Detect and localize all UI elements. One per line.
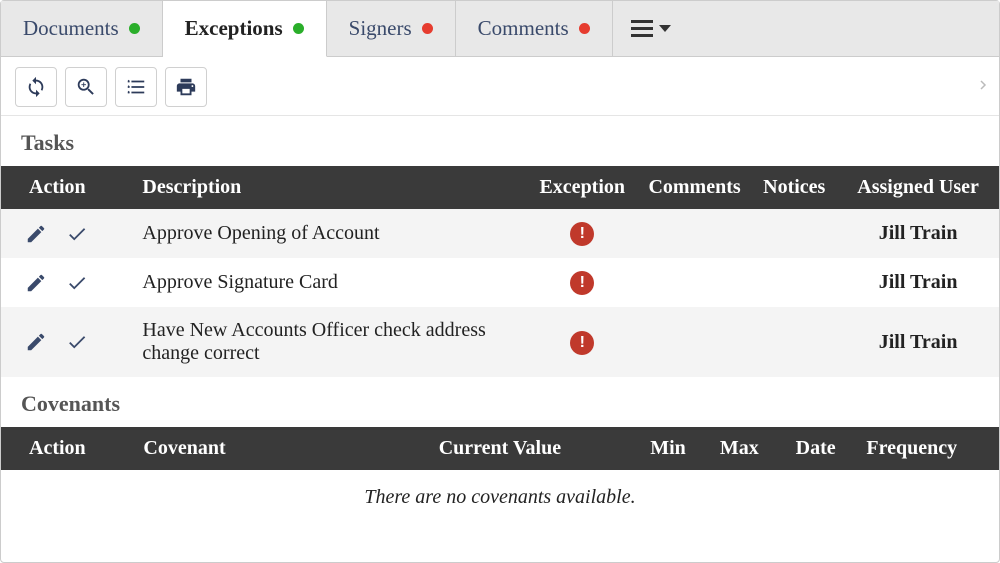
tab-bar: Documents Exceptions Signers Comments xyxy=(1,1,999,57)
menu-icon xyxy=(631,20,653,38)
table-row: Approve Opening of Account ! Jill Train xyxy=(1,209,999,258)
task-comments xyxy=(638,307,751,377)
tab-exceptions[interactable]: Exceptions xyxy=(163,1,327,57)
col-current: Current Value xyxy=(429,427,633,470)
col-action: Action xyxy=(1,427,133,470)
col-exception: Exception xyxy=(527,166,638,209)
chevron-down-icon xyxy=(659,25,671,32)
edit-icon[interactable] xyxy=(25,272,47,294)
check-icon[interactable] xyxy=(65,272,89,294)
zoom-in-icon xyxy=(75,76,97,98)
exception-badge-icon: ! xyxy=(570,271,594,295)
task-comments xyxy=(638,209,751,258)
zoom-in-button[interactable] xyxy=(65,67,107,107)
tab-label: Documents xyxy=(23,16,119,41)
edit-icon[interactable] xyxy=(25,223,47,245)
status-dot-icon xyxy=(422,23,433,34)
covenants-table: Action Covenant Current Value Min Max Da… xyxy=(1,427,999,470)
tab-menu-dropdown[interactable] xyxy=(613,1,689,56)
table-row: Have New Accounts Officer check address … xyxy=(1,307,999,377)
tab-signers[interactable]: Signers xyxy=(327,1,456,56)
col-notices: Notices xyxy=(751,166,837,209)
task-description: Approve Signature Card xyxy=(132,258,526,307)
tab-label: Exceptions xyxy=(185,16,283,41)
toolbar xyxy=(1,57,999,116)
table-row: Approve Signature Card ! Jill Train xyxy=(1,258,999,307)
print-icon xyxy=(175,76,197,98)
covenants-empty-message: There are no covenants available. xyxy=(1,470,999,525)
check-icon[interactable] xyxy=(65,331,89,353)
col-frequency: Frequency xyxy=(856,427,999,470)
col-comments: Comments xyxy=(638,166,751,209)
exception-badge-icon: ! xyxy=(570,331,594,355)
expand-icon[interactable] xyxy=(979,71,989,99)
task-description: Approve Opening of Account xyxy=(132,209,526,258)
print-button[interactable] xyxy=(165,67,207,107)
task-notices xyxy=(751,209,837,258)
col-assigned: Assigned User xyxy=(837,166,999,209)
covenants-section-title: Covenants xyxy=(1,377,999,427)
tasks-header-row: Action Description Exception Comments No… xyxy=(1,166,999,209)
tab-label: Comments xyxy=(478,16,569,41)
list-view-button[interactable] xyxy=(115,67,157,107)
tab-label: Signers xyxy=(349,16,412,41)
tab-documents[interactable]: Documents xyxy=(1,1,163,56)
task-assigned: Jill Train xyxy=(837,258,999,307)
list-icon xyxy=(125,76,147,98)
col-covenant: Covenant xyxy=(133,427,428,470)
refresh-button[interactable] xyxy=(15,67,57,107)
status-dot-icon xyxy=(129,23,140,34)
task-comments xyxy=(638,258,751,307)
col-description: Description xyxy=(132,166,526,209)
task-assigned: Jill Train xyxy=(837,307,999,377)
col-date: Date xyxy=(775,427,856,470)
refresh-icon xyxy=(25,76,47,98)
tasks-section-title: Tasks xyxy=(1,116,999,166)
task-notices xyxy=(751,307,837,377)
tab-comments[interactable]: Comments xyxy=(456,1,613,56)
task-description: Have New Accounts Officer check address … xyxy=(132,307,526,377)
task-assigned: Jill Train xyxy=(837,209,999,258)
col-min: Min xyxy=(632,427,703,470)
edit-icon[interactable] xyxy=(25,331,47,353)
status-dot-icon xyxy=(579,23,590,34)
check-icon[interactable] xyxy=(65,223,89,245)
col-action: Action xyxy=(1,166,132,209)
exception-badge-icon: ! xyxy=(570,222,594,246)
status-dot-icon xyxy=(293,23,304,34)
task-notices xyxy=(751,258,837,307)
covenants-header-row: Action Covenant Current Value Min Max Da… xyxy=(1,427,999,470)
col-max: Max xyxy=(704,427,775,470)
tasks-table: Action Description Exception Comments No… xyxy=(1,166,999,377)
